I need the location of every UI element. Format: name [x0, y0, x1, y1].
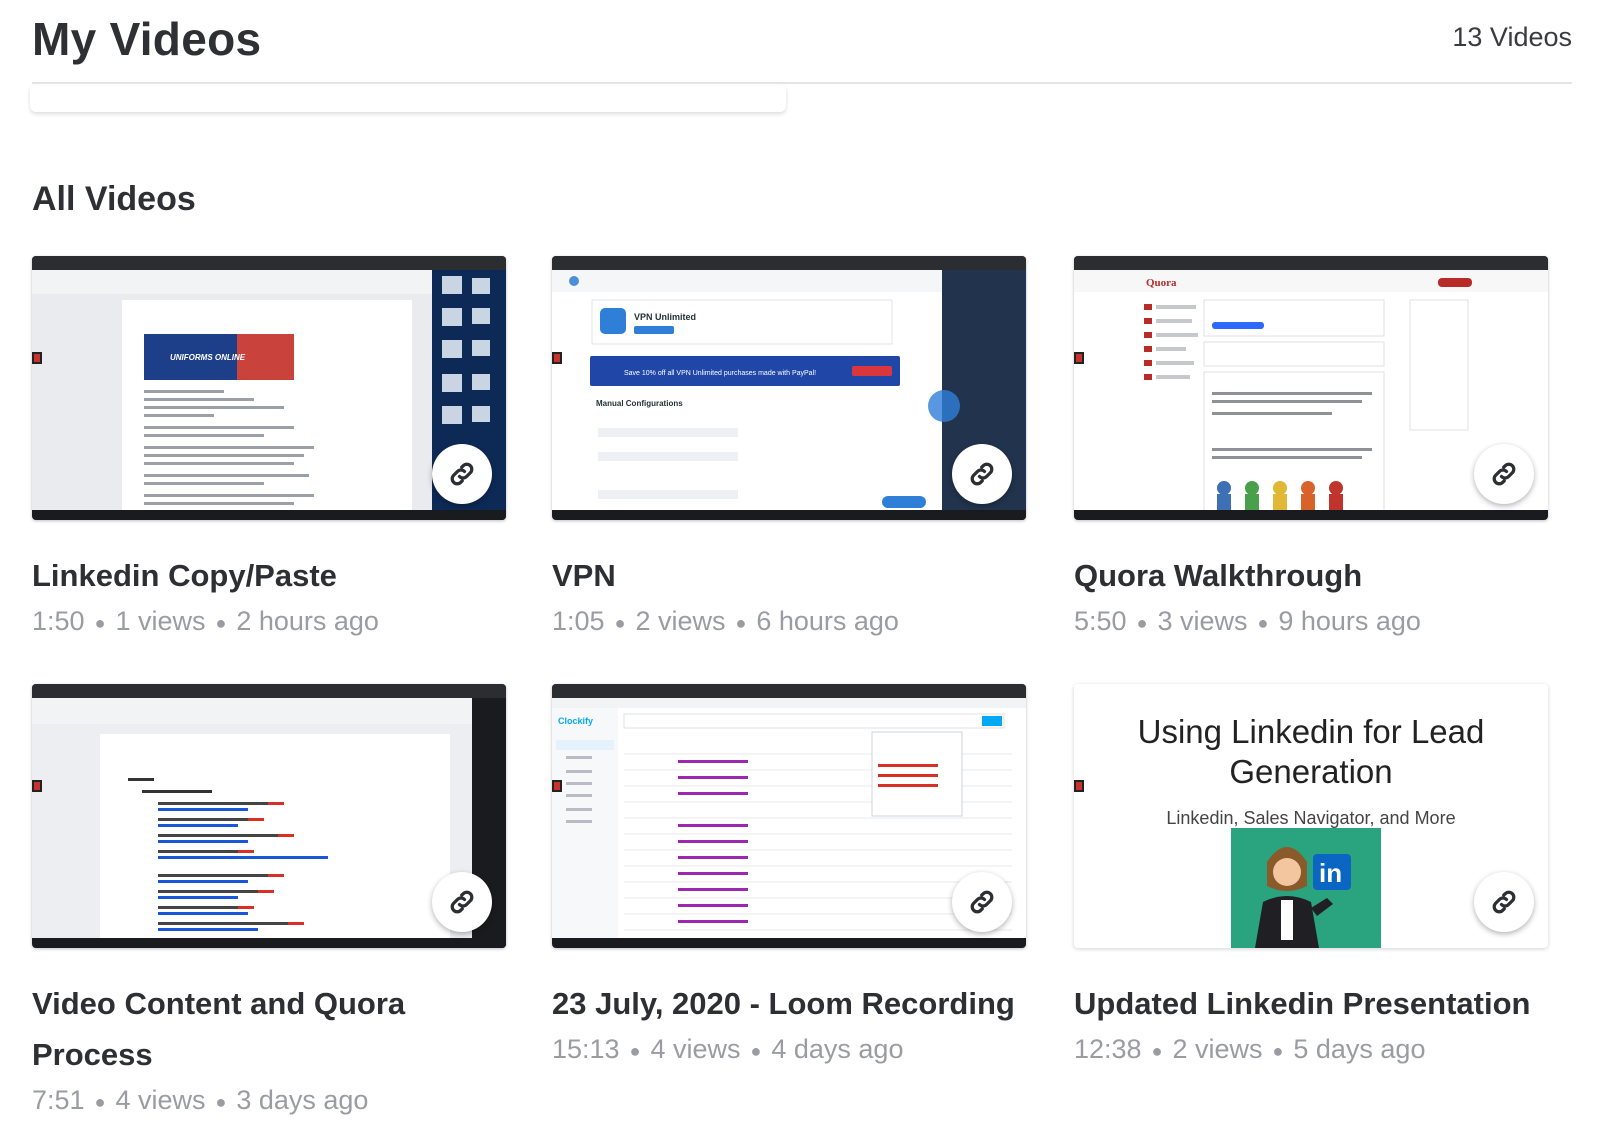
- video-age: 5 days ago: [1293, 1034, 1426, 1064]
- separator-dot: ●: [94, 612, 106, 633]
- separator-dot: ●: [1136, 612, 1148, 633]
- separator-dot: ●: [629, 1040, 641, 1061]
- video-thumbnail[interactable]: Clockify: [552, 684, 1026, 948]
- separator-dot: ●: [735, 612, 747, 633]
- video-age: 6 hours ago: [756, 606, 899, 636]
- svg-text:VPN Unlimited: VPN Unlimited: [634, 312, 696, 322]
- video-age: 3 days ago: [236, 1085, 369, 1115]
- separator-dot: ●: [1151, 1040, 1163, 1061]
- video-card[interactable]: Using Linkedin for Lead Generation Linke…: [1074, 684, 1548, 1071]
- video-card[interactable]: VPN Unlimited Save 10% off all VPN Unlim…: [552, 256, 1026, 643]
- video-views: 1 views: [115, 606, 206, 636]
- video-age: 9 hours ago: [1278, 606, 1421, 636]
- video-views: 2 views: [635, 606, 726, 636]
- video-duration: 1:50: [32, 606, 85, 636]
- video-thumbnail[interactable]: VPN Unlimited Save 10% off all VPN Unlim…: [552, 256, 1026, 520]
- svg-text:Clockify: Clockify: [558, 716, 593, 726]
- presentation-title: Using Linkedin for Lead Generation: [1137, 713, 1485, 790]
- video-views: 2 views: [1172, 1034, 1263, 1064]
- video-title[interactable]: Updated Linkedin Presentation: [1074, 978, 1548, 1029]
- video-title[interactable]: Linkedin Copy/Paste: [32, 550, 506, 601]
- separator-dot: ●: [614, 612, 626, 633]
- recording-marker: [1074, 352, 1084, 364]
- presentation-subtitle: Linkedin, Sales Navigator, and More: [1166, 808, 1456, 828]
- copy-link-button[interactable]: [432, 872, 492, 932]
- video-thumbnail[interactable]: [32, 684, 506, 948]
- recording-marker: [552, 780, 562, 792]
- video-meta: 7:51 ● 4 views ● 3 days ago: [32, 1080, 506, 1122]
- video-views: 4 views: [650, 1034, 741, 1064]
- video-card[interactable]: Video Content and Quora Process 7:51 ● 4 v…: [32, 684, 506, 1122]
- video-age: 2 hours ago: [236, 606, 379, 636]
- separator-dot: ●: [1257, 612, 1269, 633]
- presentation-illustration: in: [1231, 828, 1381, 948]
- video-thumbnail[interactable]: Using Linkedin for Lead Generation Linke…: [1074, 684, 1548, 948]
- video-thumbnail[interactable]: Quora: [1074, 256, 1548, 520]
- link-icon: [450, 462, 474, 486]
- svg-text:Quora: Quora: [1146, 277, 1177, 289]
- copy-link-button[interactable]: [432, 444, 492, 504]
- recording-marker: [1074, 780, 1084, 792]
- video-views: 3 views: [1157, 606, 1248, 636]
- recording-marker: [32, 780, 42, 792]
- page-title: My Videos: [32, 13, 262, 65]
- video-meta: 1:50 ● 1 views ● 2 hours ago: [32, 601, 506, 643]
- recording-marker: [32, 352, 42, 364]
- video-duration: 5:50: [1074, 606, 1127, 636]
- video-title[interactable]: Video Content and Quora Process: [32, 978, 506, 1080]
- video-duration: 12:38: [1074, 1034, 1142, 1064]
- video-meta: 5:50 ● 3 views ● 9 hours ago: [1074, 601, 1548, 643]
- svg-text:Manual Configurations: Manual Configurations: [596, 399, 683, 408]
- video-card[interactable]: Clockify 23 July, 2020 - Loom Recording …: [552, 684, 1026, 1071]
- video-count: 13 Videos: [1452, 22, 1572, 52]
- video-meta: 12:38 ● 2 views ● 5 days ago: [1074, 1029, 1548, 1071]
- video-duration: 1:05: [552, 606, 605, 636]
- video-card[interactable]: UNIFORMS ONLINE Linkedin Copy/Paste 1:50…: [32, 256, 506, 643]
- link-icon: [970, 890, 994, 914]
- header: My Videos 13 Videos: [32, 0, 1572, 84]
- recording-marker: [552, 352, 562, 364]
- svg-text:UNIFORMS ONLINE: UNIFORMS ONLINE: [170, 353, 246, 362]
- link-icon: [1492, 462, 1516, 486]
- video-meta: 15:13 ● 4 views ● 4 days ago: [552, 1029, 1026, 1071]
- video-meta: 1:05 ● 2 views ● 6 hours ago: [552, 601, 1026, 643]
- link-icon: [970, 462, 994, 486]
- video-thumbnail[interactable]: UNIFORMS ONLINE: [32, 256, 506, 520]
- link-icon: [450, 890, 474, 914]
- link-icon: [1492, 890, 1516, 914]
- video-age: 4 days ago: [771, 1034, 904, 1064]
- separator-dot: ●: [215, 612, 227, 633]
- copy-link-button[interactable]: [1474, 444, 1534, 504]
- video-views: 4 views: [115, 1085, 206, 1115]
- separator-dot: ●: [94, 1091, 106, 1112]
- separator-dot: ●: [1272, 1040, 1284, 1061]
- folder-strip: [30, 86, 786, 112]
- svg-text:in: in: [1319, 858, 1342, 888]
- video-duration: 15:13: [552, 1034, 620, 1064]
- video-card[interactable]: Quora Quora Walkthrough 5:50 ● 3 views ● 9 h…: [1074, 256, 1548, 643]
- video-duration: 7:51: [32, 1085, 85, 1115]
- copy-link-button[interactable]: [952, 872, 1012, 932]
- separator-dot: ●: [215, 1091, 227, 1112]
- section-title: All Videos: [32, 180, 196, 218]
- separator-dot: ●: [750, 1040, 762, 1061]
- svg-text:Save 10% off all VPN Unlimited: Save 10% off all VPN Unlimited purchases…: [624, 370, 816, 377]
- video-title[interactable]: Quora Walkthrough: [1074, 550, 1548, 601]
- video-title[interactable]: VPN: [552, 550, 1026, 601]
- copy-link-button[interactable]: [952, 444, 1012, 504]
- video-title[interactable]: 23 July, 2020 - Loom Recording: [552, 978, 1026, 1029]
- copy-link-button[interactable]: [1474, 872, 1534, 932]
